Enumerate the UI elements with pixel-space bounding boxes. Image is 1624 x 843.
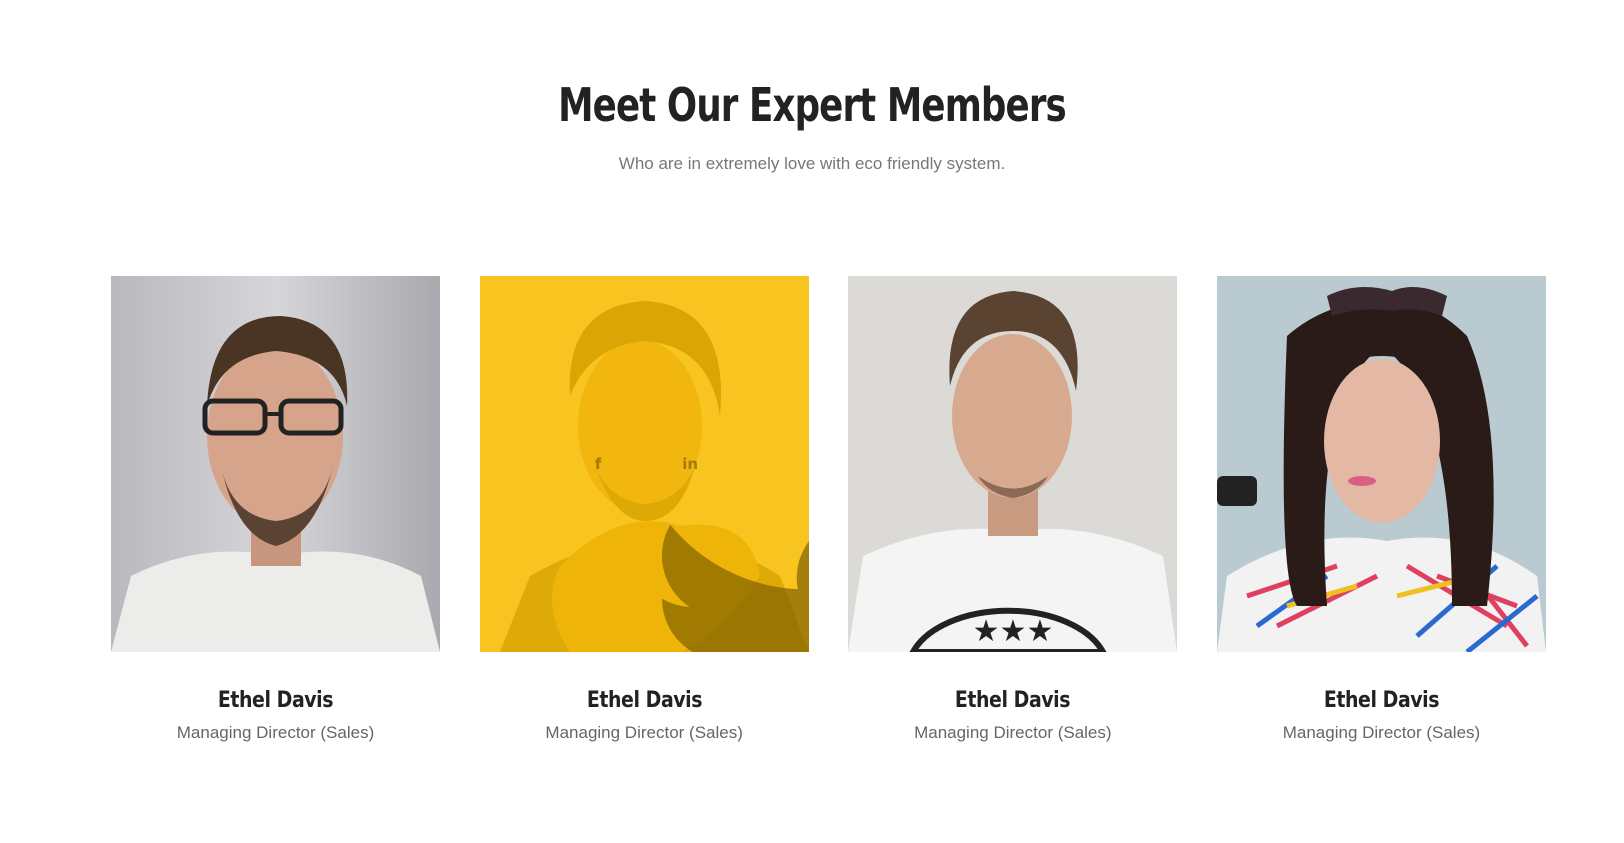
twitter-icon[interactable]: [636, 456, 809, 652]
member-name: Ethel Davis: [1323, 688, 1440, 713]
section-title: Meet Our Expert Members: [558, 78, 1067, 132]
man-in-white-tshirt-portrait: ★★★: [848, 276, 1178, 652]
team-member-card: Ethel Davis Managing Director (Sales): [111, 276, 440, 743]
linkedin-icon[interactable]: in: [682, 456, 698, 472]
team-member-card: f in Ethel Davis Managing Director (Sale…: [479, 276, 809, 743]
member-name: Ethel Davis: [955, 688, 1071, 713]
member-photo[interactable]: f in: [479, 276, 809, 652]
member-photo[interactable]: [1216, 276, 1546, 652]
member-photo[interactable]: [111, 276, 440, 652]
team-member-card: ★★★ Ethel Davis Managing Director (Sales…: [848, 276, 1178, 743]
social-overlay: f in: [479, 276, 809, 652]
section-subtitle: Who are in extremely love with eco frien…: [618, 154, 1006, 173]
member-role: Managing Director (Sales): [545, 723, 743, 742]
svg-text:★★★: ★★★: [973, 614, 1054, 649]
member-name: Ethel Davis: [586, 688, 703, 713]
facebook-icon[interactable]: f: [590, 456, 606, 472]
team-member-card: Ethel Davis Managing Director (Sales): [1216, 276, 1546, 743]
member-photo[interactable]: ★★★: [848, 276, 1178, 652]
member-role: Managing Director (Sales): [914, 723, 1112, 742]
man-with-glasses-portrait: [111, 276, 440, 652]
member-role: Managing Director (Sales): [1282, 723, 1481, 742]
team-grid: Ethel Davis Managing Director (Sales) f …: [111, 276, 1546, 743]
member-role: Managing Director (Sales): [176, 723, 375, 742]
member-name: Ethel Davis: [217, 688, 334, 713]
woman-with-sunglasses-portrait: [1216, 276, 1546, 652]
